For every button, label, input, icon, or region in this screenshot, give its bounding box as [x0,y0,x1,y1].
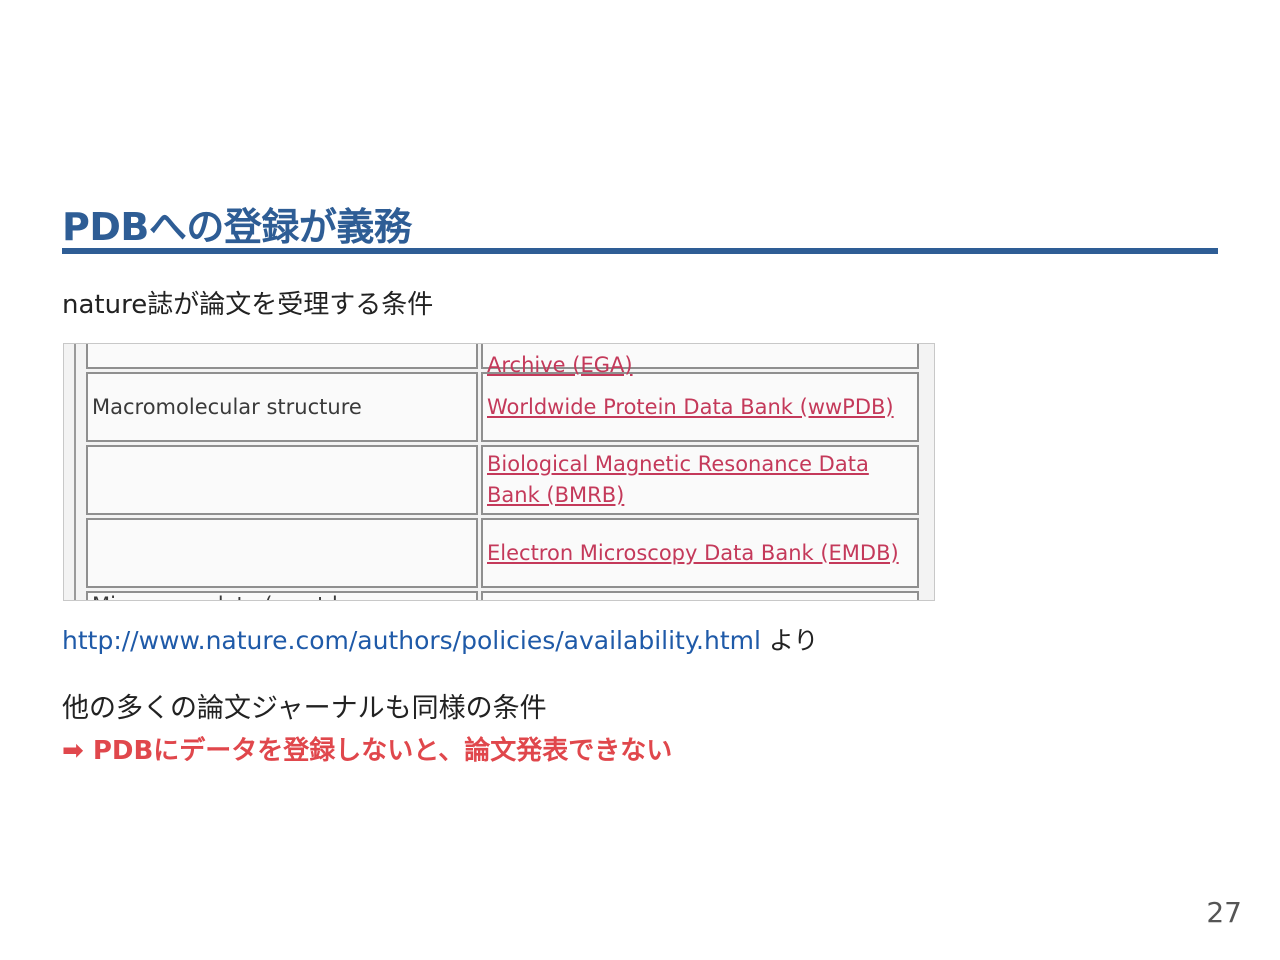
table-cell-link: Worldwide Protein Data Bank (wwPDB) [481,372,919,442]
table-cell-category: Microarray data (must be [86,591,478,600]
slide-title: PDBへの登録が義務 [62,205,412,249]
table-cell-link: Biological Magnetic Resonance Data Bank … [481,445,919,515]
repository-table: Archive (EGA) Macromolecular structure W… [83,344,922,600]
table-cell-category [86,344,478,369]
table-frame-rule [74,344,76,600]
page-number: 27 [1206,896,1242,929]
source-url-link[interactable]: http://www.nature.com/authors/policies/a… [62,626,761,655]
repository-link-bmrb[interactable]: Biological Magnetic Resonance Data Bank … [487,449,913,511]
table-cell-category [86,518,478,588]
note-other-journals: 他の多くの論文ジャーナルも同様の条件 [62,693,547,724]
table-row: Electron Microscopy Data Bank (EMDB) [86,518,919,588]
source-suffix: より [760,626,819,655]
table-cell-link: Archive (EGA) [481,344,919,377]
slide-subtitle: nature誌が論文を受理する条件 [62,290,434,320]
table-row: Biological Magnetic Resonance Data Bank … [86,445,919,515]
table-row: Macromolecular structure Worldwide Prote… [86,372,919,442]
table-cell-category: Macromolecular structure [86,372,478,442]
repository-link-wwpdb[interactable]: Worldwide Protein Data Bank (wwPDB) [487,392,913,423]
table-row: Archive (EGA) [86,344,919,377]
table-row: Microarray data (must be [86,591,919,600]
table-cell-category [86,445,478,515]
note-emphasis: ➡ PDBにデータを登録しないと、論文発表できない [62,736,673,766]
category-label: Macromolecular structure [92,395,362,419]
repository-link-ega[interactable]: Archive (EGA) [487,350,913,381]
nature-policy-table-screenshot: Archive (EGA) Macromolecular structure W… [63,343,935,601]
source-line: http://www.nature.com/authors/policies/a… [62,621,818,657]
repository-link-emdb[interactable]: Electron Microscopy Data Bank (EMDB) [487,538,913,569]
title-underline [62,248,1218,254]
table-cell-link [481,591,919,600]
category-label: Microarray data (must be [92,593,358,600]
table-cell-link: Electron Microscopy Data Bank (EMDB) [481,518,919,588]
